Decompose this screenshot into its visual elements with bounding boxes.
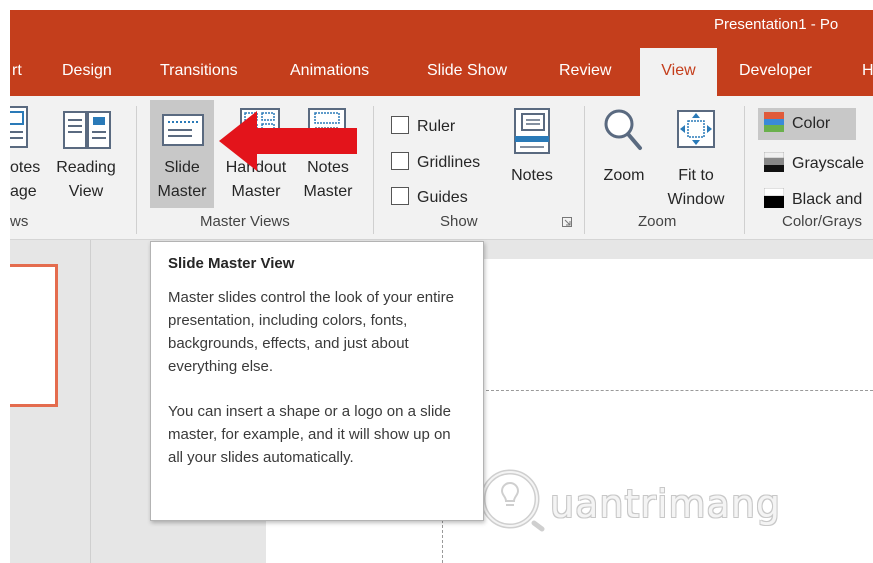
gridlines-checkbox-box[interactable]: [391, 152, 409, 170]
ruler-checkbox-box[interactable]: [391, 116, 409, 134]
black-and-white-swatch-icon: [764, 188, 784, 208]
guides-checkbox[interactable]: Guides: [391, 187, 468, 207]
zoom-label: Zoom: [603, 167, 645, 184]
tab-review[interactable]: Review: [559, 48, 611, 96]
ribbon-tab-bar: rt Design Transitions Animations Slide S…: [10, 48, 873, 96]
fit-to-window-label-1: Fit to: [678, 167, 714, 184]
ribbon-separator: [744, 106, 745, 234]
reading-view-label-1: Reading: [56, 159, 116, 176]
grayscale-label: Grayscale: [792, 155, 865, 172]
handout-master-label-2: Master: [231, 183, 281, 200]
tab-animations[interactable]: Animations: [290, 48, 369, 96]
slide-master-label-1: Slide: [164, 159, 200, 176]
ribbon-separator: [373, 106, 374, 234]
reading-view-label-2: View: [68, 183, 104, 200]
slide-thumbnail[interactable]: [10, 264, 58, 407]
watermark-text: uantrimang: [550, 482, 782, 526]
slide-master-label-2: Master: [157, 183, 207, 200]
color-label: Color: [792, 115, 831, 132]
color-grayscale-group-label: Color/Grays: [782, 213, 863, 230]
slide-master-tooltip: Slide Master View Master slides control …: [150, 241, 484, 521]
notes-pane-icon: [514, 108, 550, 154]
tooltip-paragraph-2: You can insert a shape or a logo on a sl…: [168, 403, 451, 466]
tab-view[interactable]: View: [640, 48, 717, 96]
show-group-label: Show: [440, 213, 478, 230]
zoom-group-label: Zoom: [638, 213, 677, 230]
color-button[interactable]: Color: [758, 108, 856, 140]
slide-master-icon: [162, 114, 204, 146]
guides-label: Guides: [417, 189, 468, 206]
grayscale-swatch-icon: [764, 152, 784, 172]
notes-page-label-2: age: [10, 183, 37, 200]
title-bar: Presentation1 - Po: [10, 10, 873, 48]
tab-insert[interactable]: rt: [12, 48, 22, 96]
magnifier-icon: [604, 109, 642, 150]
window-title: Presentation1 - Po: [714, 16, 839, 33]
placeholder-border: [486, 390, 873, 391]
tab-design[interactable]: Design: [62, 48, 112, 96]
zoom-button[interactable]: Zoom: [594, 102, 654, 206]
gridlines-checkbox[interactable]: Gridlines: [391, 152, 480, 172]
ribbon-separator: [584, 106, 585, 234]
ruler-label: Ruler: [417, 118, 456, 135]
notes-label: Notes: [511, 167, 553, 184]
tooltip-title: Slide Master View: [168, 255, 295, 272]
notes-button[interactable]: Notes: [504, 102, 560, 206]
tab-home[interactable]: H: [862, 48, 873, 96]
fit-to-window-button[interactable]: Fit to Window: [660, 102, 732, 208]
color-swatch-icon: [764, 112, 784, 132]
notes-page-icon: [10, 106, 28, 148]
ruler-checkbox[interactable]: Ruler: [391, 116, 455, 136]
gridlines-label: Gridlines: [417, 154, 481, 171]
slide-master-button[interactable]: Slide Master: [150, 100, 214, 208]
ribbon: otes age Reading View ws Slide Master Ma…: [10, 96, 873, 240]
views-group-label: ws: [10, 213, 29, 230]
fit-to-window-label-2: Window: [667, 191, 725, 208]
powerpoint-window: Presentation1 - Po rt Design Transitions…: [10, 10, 873, 563]
slide-thumbnail-pane[interactable]: [10, 240, 90, 563]
notes-page-button[interactable]: otes age: [10, 102, 48, 206]
guides-checkbox-box[interactable]: [391, 187, 409, 205]
notes-master-label-2: Master: [303, 183, 353, 200]
red-arrow-icon: [219, 111, 357, 171]
reading-view-button[interactable]: Reading View: [52, 102, 120, 206]
reading-view-icon: [63, 111, 111, 149]
tooltip-paragraph-1: Master slides control the look of your e…: [168, 289, 454, 375]
black-and-white-button[interactable]: Black and: [764, 188, 862, 209]
grayscale-button[interactable]: Grayscale: [764, 152, 864, 173]
black-and-white-label: Black and: [792, 191, 863, 208]
dialog-launcher-icon[interactable]: [562, 217, 572, 227]
tab-transitions[interactable]: Transitions: [160, 48, 238, 96]
tab-developer[interactable]: Developer: [739, 48, 812, 96]
master-views-group-label: Master Views: [200, 213, 290, 230]
fit-to-window-icon: [677, 110, 715, 148]
tab-slide-show[interactable]: Slide Show: [427, 48, 507, 96]
ribbon-separator: [136, 106, 137, 234]
notes-page-label-1: otes: [10, 159, 41, 176]
